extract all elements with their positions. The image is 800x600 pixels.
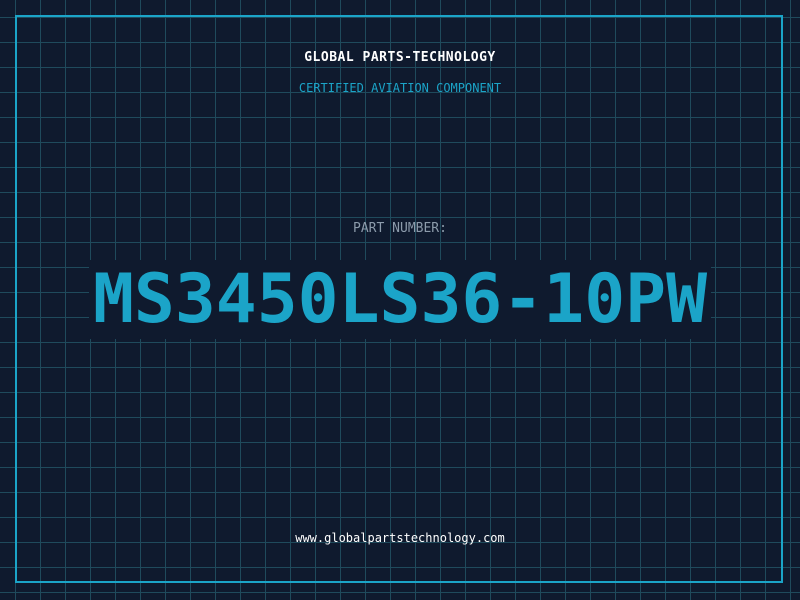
certification-subtitle: CERTIFIED AVIATION COMPONENT xyxy=(298,81,502,95)
part-number-row: MS3450LS36-10PW xyxy=(0,258,800,342)
part-number-label: PART NUMBER: xyxy=(353,221,447,236)
part-number-value: MS3450LS36-10PW xyxy=(88,260,712,339)
part-label-card: GLOBAL PARTS-TECHNOLOGY CERTIFIED AVIATI… xyxy=(0,0,800,600)
website-url: www.globalpartstechnology.com xyxy=(295,531,505,545)
company-name: GLOBAL PARTS-TECHNOLOGY xyxy=(304,50,496,65)
